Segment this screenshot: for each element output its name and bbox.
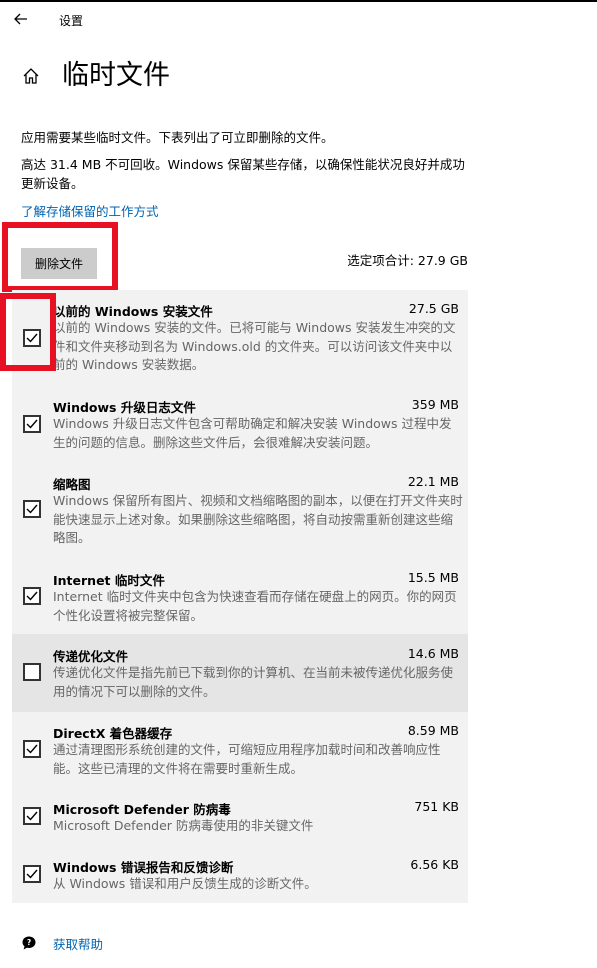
list-item-thumbnails[interactable]: 缩略图 22.1 MB Windows 保留所有图片、视频和文档缩略图的副本，以… <box>12 464 468 557</box>
item-checkbox[interactable] <box>23 500 41 518</box>
item-size: 15.5 MB <box>407 570 459 585</box>
list-item-defender[interactable]: Microsoft Defender 防病毒 751 KB Microsoft … <box>12 790 468 846</box>
home-button[interactable] <box>20 65 42 87</box>
checkmark-icon <box>26 869 38 879</box>
item-name: Windows 错误报告和反馈诊断 <box>53 860 234 875</box>
item-checkbox[interactable] <box>23 663 41 681</box>
item-size: 6.56 KB <box>410 857 459 872</box>
list-item-upgrade-logs[interactable]: Windows 升级日志文件 359 MB Windows 升级日志文件包含可帮… <box>12 387 468 463</box>
item-size: 14.6 MB <box>407 646 459 661</box>
item-size: 27.5 GB <box>408 301 459 316</box>
item-size: 8.59 MB <box>407 723 459 738</box>
item-size: 751 KB <box>414 799 459 814</box>
page-header: 临时文件 <box>20 56 170 96</box>
highlight-first-checkbox <box>0 293 56 371</box>
checkmark-icon <box>26 504 38 514</box>
item-name: 缩略图 <box>53 477 91 492</box>
item-checkbox[interactable] <box>23 415 41 433</box>
checkmark-icon <box>26 744 38 754</box>
item-description: 以前的 Windows 安装的文件。已将可能与 Windows 安装发生冲突的文… <box>53 320 456 372</box>
item-description: 从 Windows 错误和用户反馈生成的诊断文件。 <box>53 876 317 891</box>
list-item-error-reports[interactable]: Windows 错误报告和反馈诊断 6.56 KB 从 Windows 错误和用… <box>12 849 468 903</box>
arrow-left-icon <box>14 13 27 25</box>
item-checkbox[interactable] <box>23 865 41 883</box>
svg-text:?: ? <box>27 938 31 947</box>
item-checkbox[interactable] <box>23 587 41 605</box>
checkmark-icon <box>26 591 38 601</box>
item-description: Internet 临时文件夹中包含为快速查看而存储在硬盘上的网页。你的网页个性化… <box>53 589 457 623</box>
title-bar: 设置 <box>0 2 597 36</box>
selected-total: 选定项合计: 27.9 GB <box>347 253 468 268</box>
item-checkbox[interactable] <box>23 740 41 758</box>
checkmark-icon <box>26 419 38 429</box>
item-size: 359 MB <box>411 397 459 412</box>
list-item-directx-cache[interactable]: DirectX 着色器缓存 8.59 MB 通过清理图形系统创建的文件，可缩短应… <box>12 713 468 789</box>
item-name: Windows 升级日志文件 <box>53 400 196 415</box>
item-description: 通过清理图形系统创建的文件，可缩短应用程序加载时间和改善响应性能。这些已清理的文… <box>53 742 441 776</box>
item-name: 传递优化文件 <box>53 649 129 664</box>
list-item-internet-temp[interactable]: Internet 临时文件 15.5 MB Internet 临时文件夹中包含为… <box>12 560 468 632</box>
get-help-link[interactable]: ? 获取帮助 <box>20 932 103 954</box>
item-name: DirectX 着色器缓存 <box>53 726 173 741</box>
item-name: 以前的 Windows 安装文件 <box>53 304 213 319</box>
back-button[interactable] <box>10 8 32 30</box>
checkmark-icon <box>26 811 38 821</box>
page-title: 临时文件 <box>62 60 170 91</box>
reserve-description: 高达 31.4 MB 不可回收。Windows 保留某些存储，以确保性能状况良好… <box>21 157 465 191</box>
help-chat-icon: ? <box>20 934 38 952</box>
item-size: 22.1 MB <box>407 474 459 489</box>
item-name: Internet 临时文件 <box>53 573 165 588</box>
list-item-windows-old[interactable]: 以前的 Windows 安装文件 27.5 GB 以前的 Windows 安装的… <box>12 290 468 383</box>
list-item-delivery-optimization[interactable]: 传递优化文件 14.6 MB 传递优化文件是指先前已下载到你的计算机、在当前未被… <box>12 634 468 712</box>
get-help-label: 获取帮助 <box>53 936 104 952</box>
delete-files-button[interactable]: 删除文件 <box>21 248 97 279</box>
item-description: Microsoft Defender 防病毒使用的非关键文件 <box>53 818 314 833</box>
item-name: Microsoft Defender 防病毒 <box>53 802 231 817</box>
item-checkbox[interactable] <box>23 807 41 825</box>
storage-reserve-link[interactable]: 了解存储保留的工作方式 <box>21 201 159 220</box>
page-description: 应用需要某些临时文件。下表列出了可立即删除的文件。 <box>21 130 334 145</box>
item-description: Windows 保留所有图片、视频和文档缩略图的副本，以便在打开文件夹时能快速显… <box>53 493 463 545</box>
item-description: 传递优化文件是指先前已下载到你的计算机、在当前未被传递优化服务使用的情况下可以删… <box>53 665 454 699</box>
item-description: Windows 升级日志文件包含可帮助确定和解决安装 Windows 过程中发生… <box>53 416 452 450</box>
home-icon <box>23 68 39 84</box>
app-title: 设置 <box>59 14 84 28</box>
